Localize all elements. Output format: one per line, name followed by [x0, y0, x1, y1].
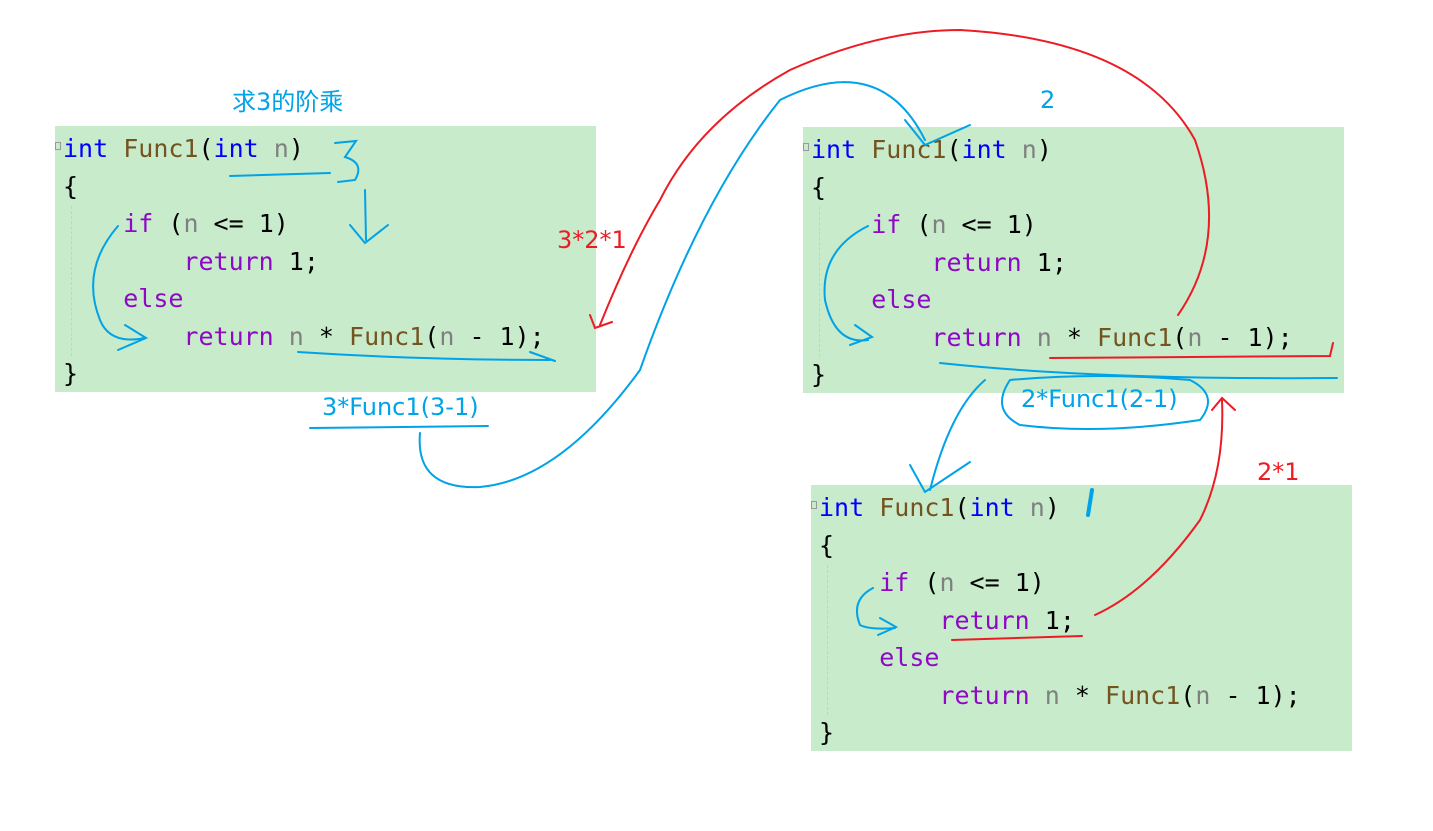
cursor-mark: [1086, 488, 1094, 517]
if-else-arrow-2: [823, 225, 875, 346]
underline-return-red-2: [1049, 342, 1334, 359]
if-else-arrow: [92, 225, 149, 351]
arrow-down-icon: [349, 189, 389, 245]
return-arrow-2-to-1: [589, 28, 1211, 330]
handwritten-3: [334, 139, 360, 183]
expr1-annotation: 3*Func1(3-1): [322, 393, 479, 421]
underline-return: [297, 351, 556, 362]
return-arrow-3-to-2: [1094, 396, 1236, 616]
call2-arg-annotation: 2: [1040, 86, 1056, 114]
recurse-arrow-1-to-2: [418, 81, 971, 489]
if-else-arrow-3: [856, 587, 899, 636]
underline-return-1: [951, 635, 1083, 641]
result-mid-annotation: 2*1: [1257, 458, 1300, 486]
recurse-arrow-2-to-3: [909, 379, 986, 494]
title-annotation: 求3的阶乘: [232, 88, 344, 116]
result-top-annotation: 3*2*1: [557, 226, 627, 254]
underline-expr1: [309, 425, 489, 429]
hand-drawn-arrows: [92, 28, 1338, 641]
expr2-annotation: 2*Func1(2-1): [1021, 385, 1178, 413]
underline-int-n: [229, 172, 331, 177]
